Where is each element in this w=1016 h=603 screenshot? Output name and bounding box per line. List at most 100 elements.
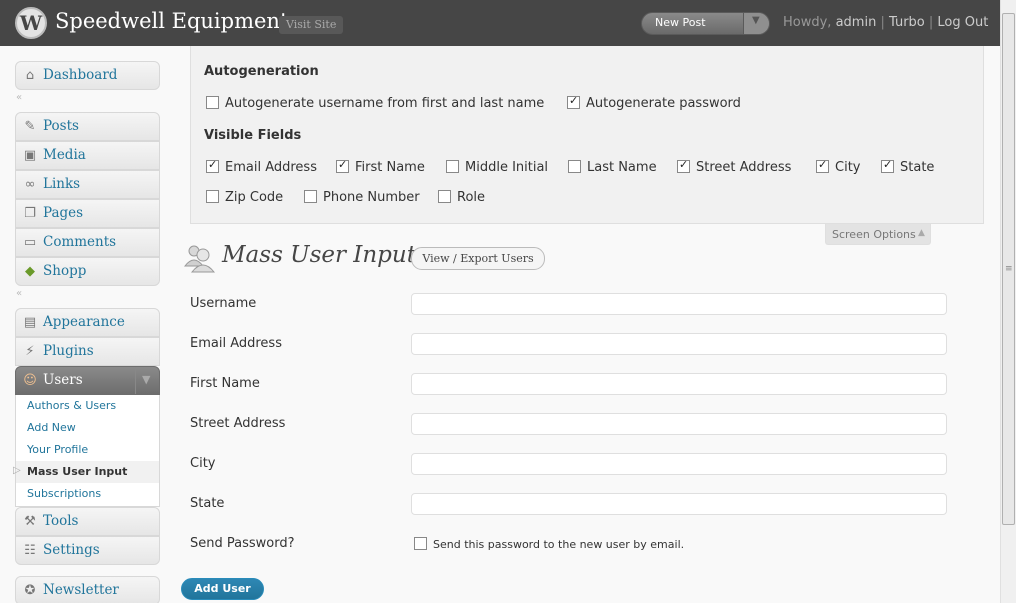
screen-options-panel: Autogeneration Autogenerate username fro… bbox=[190, 46, 984, 224]
autogen-password-label: Autogenerate password bbox=[586, 96, 741, 111]
submenu-item-add-new[interactable]: Add New bbox=[16, 417, 159, 439]
field-checkbox-state[interactable] bbox=[881, 158, 894, 173]
view-export-users-button[interactable]: View / Export Users bbox=[411, 247, 545, 270]
autogen-username-option[interactable]: Autogenerate username from first and las… bbox=[206, 96, 544, 111]
field-checkbox-first-name[interactable] bbox=[336, 158, 349, 173]
street-address-label: Street Address bbox=[190, 416, 286, 431]
menu-item-links[interactable]: ∞ Links bbox=[15, 170, 160, 199]
submenu-toggle[interactable]: ▼ bbox=[135, 367, 159, 394]
autogen-username-label: Autogenerate username from first and las… bbox=[225, 96, 545, 111]
favorite-actions-toggle[interactable]: ▼ bbox=[743, 13, 769, 34]
menu-separator[interactable]: « bbox=[15, 288, 160, 302]
menu-label-appearance: Appearance bbox=[43, 314, 125, 330]
field-label-role: Role bbox=[457, 190, 486, 205]
field-option-middle-initial[interactable]: Middle Initial bbox=[446, 160, 548, 175]
vertical-scrollbar[interactable]: ≡ bbox=[1000, 0, 1016, 603]
favorite-actions-dropdown[interactable]: New Post ▼ bbox=[641, 12, 770, 35]
field-option-state[interactable]: State bbox=[881, 158, 934, 175]
add-user-button[interactable]: Add User bbox=[181, 578, 264, 600]
wordpress-logo-icon: W bbox=[15, 7, 47, 39]
tools-icon: ⚒ bbox=[24, 514, 36, 529]
menu-item-pages[interactable]: ❐ Pages bbox=[15, 199, 160, 228]
screen-options-tab[interactable]: Screen Options ▲ bbox=[825, 224, 931, 245]
menu-item-tools[interactable]: ⚒ Tools bbox=[15, 507, 160, 536]
menu-item-posts[interactable]: ✎ Posts bbox=[15, 112, 160, 141]
autogen-password-option[interactable]: Autogenerate password bbox=[567, 94, 741, 111]
screen-options-label: Screen Options bbox=[832, 228, 916, 241]
field-checkbox-zip-code[interactable] bbox=[206, 190, 219, 203]
field-checkbox-phone-number[interactable] bbox=[304, 190, 317, 203]
page-title: Mass User Input bbox=[222, 242, 416, 268]
profile-link[interactable]: admin bbox=[836, 15, 877, 30]
menu-label-tools: Tools bbox=[43, 513, 79, 529]
field-option-zip-code[interactable]: Zip Code bbox=[206, 190, 283, 205]
submenu-item-mass-user-input[interactable]: Mass User Input bbox=[16, 461, 159, 483]
send-password-checkbox[interactable] bbox=[414, 537, 427, 550]
submenu-item-your-profile[interactable]: Your Profile bbox=[16, 439, 159, 461]
menu-item-settings[interactable]: ☷ Settings bbox=[15, 536, 160, 565]
logout-link[interactable]: Log Out bbox=[937, 15, 988, 30]
field-checkbox-city[interactable] bbox=[816, 158, 829, 173]
field-checkbox-role[interactable] bbox=[438, 190, 451, 203]
submenu-item-subscriptions[interactable]: Subscriptions bbox=[16, 483, 159, 505]
field-option-street-address[interactable]: Street Address bbox=[677, 158, 792, 175]
menu-item-media[interactable]: ▣ Media bbox=[15, 141, 160, 170]
send-password-option[interactable]: Send this password to the new user by em… bbox=[414, 537, 684, 551]
turbo-link[interactable]: Turbo bbox=[889, 15, 925, 30]
visit-site-button[interactable]: Visit Site bbox=[279, 16, 344, 34]
autogen-username-checkbox[interactable] bbox=[206, 96, 219, 109]
field-label-zip-code: Zip Code bbox=[225, 190, 284, 205]
field-option-first-name[interactable]: First Name bbox=[336, 158, 425, 175]
menu-separator[interactable]: « bbox=[15, 92, 160, 106]
menu-item-plugins[interactable]: ⚡ Plugins bbox=[15, 337, 160, 366]
newsletter-icon: ✪ bbox=[24, 583, 36, 598]
pages-icon: ❐ bbox=[24, 206, 36, 221]
menu-label-newsletter: Newsletter bbox=[43, 582, 119, 598]
menu-label-plugins: Plugins bbox=[43, 343, 94, 359]
field-label-first-name: First Name bbox=[355, 160, 425, 175]
first-name-field[interactable] bbox=[411, 373, 947, 395]
tag-icon: ◆ bbox=[25, 264, 35, 279]
scrollbar-thumb[interactable]: ≡ bbox=[1002, 13, 1015, 525]
chevron-down-icon: ▼ bbox=[752, 15, 760, 26]
field-checkbox-street-address[interactable] bbox=[677, 158, 690, 173]
username-field[interactable] bbox=[411, 293, 947, 315]
field-checkbox-last-name[interactable] bbox=[568, 160, 581, 173]
field-option-city[interactable]: City bbox=[816, 158, 860, 175]
state-label: State bbox=[190, 496, 225, 511]
users-submenu: Authors & Users Add New Your Profile Mas… bbox=[15, 395, 160, 507]
autogen-password-checkbox[interactable] bbox=[567, 94, 580, 109]
state-field[interactable] bbox=[411, 493, 947, 515]
field-checkbox-email[interactable] bbox=[206, 158, 219, 173]
menu-label-links: Links bbox=[43, 176, 81, 192]
submenu-item-authors-users[interactable]: Authors & Users bbox=[16, 395, 159, 417]
field-option-phone-number[interactable]: Phone Number bbox=[304, 190, 420, 205]
field-option-last-name[interactable]: Last Name bbox=[568, 160, 657, 175]
new-post-button[interactable]: New Post bbox=[655, 16, 706, 29]
email-field[interactable] bbox=[411, 333, 947, 355]
menu-item-appearance[interactable]: ▤ Appearance bbox=[15, 308, 160, 337]
menu-item-shopp[interactable]: ◆ Shopp bbox=[15, 257, 160, 286]
city-field[interactable] bbox=[411, 453, 947, 475]
send-password-text: Send this password to the new user by em… bbox=[433, 538, 685, 551]
field-checkbox-middle-initial[interactable] bbox=[446, 160, 459, 173]
menu-item-dashboard[interactable]: ⌂ Dashboard bbox=[15, 61, 160, 90]
user-info: Howdy, admin | Turbo | Log Out bbox=[783, 15, 988, 30]
site-title[interactable]: Speedwell Equipment bbox=[55, 9, 288, 33]
visible-fields-heading: Visible Fields bbox=[204, 128, 302, 143]
menu-label-settings: Settings bbox=[43, 542, 100, 558]
field-label-phone-number: Phone Number bbox=[323, 190, 420, 205]
send-password-label: Send Password? bbox=[190, 536, 295, 551]
city-label: City bbox=[190, 456, 216, 471]
field-label-street-address: Street Address bbox=[696, 160, 792, 175]
menu-label-pages: Pages bbox=[43, 205, 84, 221]
menu-item-newsletter[interactable]: ✪ Newsletter bbox=[15, 576, 160, 603]
username-label: Username bbox=[190, 296, 257, 311]
settings-icon: ☷ bbox=[24, 543, 36, 558]
street-address-field[interactable] bbox=[411, 413, 947, 435]
field-option-email[interactable]: Email Address bbox=[206, 158, 317, 175]
field-option-role[interactable]: Role bbox=[438, 190, 485, 205]
menu-item-comments[interactable]: ▭ Comments bbox=[15, 228, 160, 257]
menu-item-users[interactable]: ☺ Users ▼ bbox=[15, 366, 160, 395]
comments-icon: ▭ bbox=[23, 235, 37, 250]
